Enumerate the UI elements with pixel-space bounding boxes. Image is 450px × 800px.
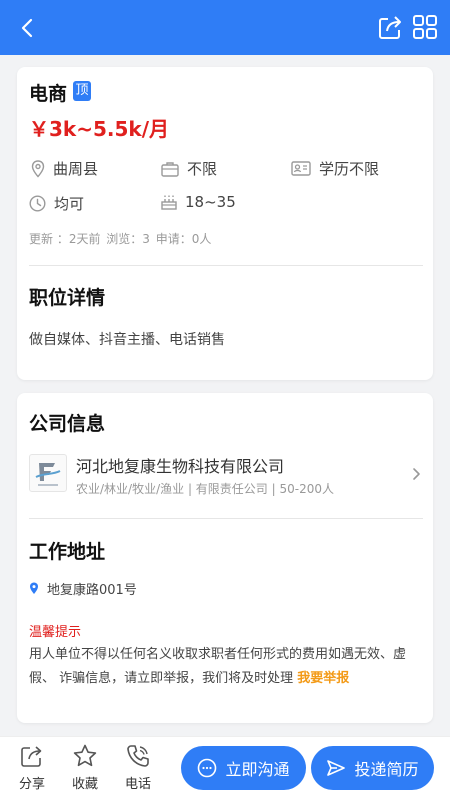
- job-salary: ￥3k~5.5k/月: [29, 117, 170, 141]
- phone-icon: [127, 745, 149, 767]
- divider: [29, 518, 423, 519]
- chevron-left-icon: [21, 18, 33, 38]
- job-description: 做自媒体、抖音主播、电话销售: [29, 332, 225, 348]
- job-gender: 均可: [29, 193, 84, 214]
- chat-bubble-icon: [198, 758, 217, 778]
- details-section-title: 职位详情: [29, 287, 106, 309]
- share-button[interactable]: 分享: [12, 743, 52, 792]
- menu-button[interactable]: [411, 13, 439, 41]
- notice-title: 温馨提示: [29, 625, 82, 640]
- apply-resume-button[interactable]: 投递简历: [311, 746, 434, 790]
- chat-button[interactable]: 立即沟通: [181, 746, 306, 790]
- share-label: 分享: [18, 777, 45, 792]
- chevron-right-icon: [413, 468, 420, 480]
- notice-body: 用人单位不得以任何名义收取求职者任何形式的费用如遇无效、虚假、 诈骗信息，请立即…: [29, 647, 407, 686]
- job-views: 浏览：3: [106, 232, 150, 246]
- favorite-label: 收藏: [71, 777, 98, 792]
- star-icon: [73, 744, 97, 767]
- chat-label: 立即沟通: [225, 760, 290, 779]
- divider: [29, 265, 423, 266]
- location-pin-icon: [30, 582, 38, 594]
- notice-text: 用人单位不得以任何名义收取求职者任何形式的费用如遇无效、虚假、 诈骗信息，请立即…: [29, 643, 423, 691]
- company-row[interactable]: 河北地复康生物科技有限公司 农业/林业/牧业/渔业 | 有限责任公司 | 50-…: [29, 451, 425, 499]
- apply-label: 投递简历: [354, 760, 419, 779]
- id-card-icon: [291, 161, 311, 176]
- company-logo: [29, 454, 67, 492]
- share-icon: [21, 746, 42, 767]
- cake-icon: [161, 195, 177, 210]
- job-education: 学历不限: [291, 158, 379, 179]
- work-address[interactable]: 地复康路001号: [29, 579, 137, 598]
- top-nav-bar: [0, 0, 450, 55]
- back-button[interactable]: [14, 14, 42, 42]
- phone-label: 电话: [124, 777, 151, 792]
- job-summary-card: 电商 顶 ￥3k~5.5k/月 曲周县 不限 学历不限 均可 18~35 更新 …: [17, 67, 433, 380]
- company-info: 农业/林业/牧业/渔业 | 有限责任公司 | 50-200人: [76, 482, 334, 496]
- job-location-text: 曲周县: [53, 160, 99, 178]
- share-icon: [379, 16, 401, 39]
- grid-icon: [413, 15, 437, 39]
- job-gender-text: 均可: [54, 195, 85, 213]
- job-experience: 不限: [161, 158, 217, 179]
- job-age: 18~35: [161, 193, 236, 211]
- header-share-button[interactable]: [376, 12, 404, 42]
- clock-icon: [29, 195, 46, 212]
- work-address-text: 地复康路001号: [47, 583, 137, 598]
- address-section-title: 工作地址: [29, 541, 106, 563]
- location-pin-icon: [31, 159, 45, 178]
- job-location: 曲周县: [31, 158, 98, 179]
- job-age-text: 18~35: [185, 193, 236, 211]
- company-card: 公司信息 河北地复康生物科技有限公司 农业/林业/牧业/渔业 | 有限责任公司 …: [17, 393, 433, 723]
- job-education-text: 学历不限: [319, 160, 380, 178]
- favorite-button[interactable]: 收藏: [65, 743, 105, 792]
- report-link[interactable]: 我要举报: [297, 671, 349, 686]
- company-section-title: 公司信息: [29, 413, 106, 435]
- job-applies: 申请：0人: [155, 232, 212, 246]
- job-experience-text: 不限: [187, 160, 218, 178]
- company-name: 河北地复康生物科技有限公司: [76, 457, 285, 476]
- bottom-action-bar: 分享 收藏 电话 立即沟通 投递简历: [0, 736, 450, 800]
- briefcase-icon: [161, 161, 179, 177]
- job-title: 电商: [29, 83, 68, 105]
- send-icon: [327, 760, 346, 776]
- phone-button[interactable]: 电话: [118, 743, 158, 792]
- top-badge: 顶: [73, 81, 91, 101]
- job-updated: 更新 ：2天前: [29, 232, 101, 246]
- job-meta: 更新 ：2天前 浏览：3 申请：0人: [29, 230, 213, 247]
